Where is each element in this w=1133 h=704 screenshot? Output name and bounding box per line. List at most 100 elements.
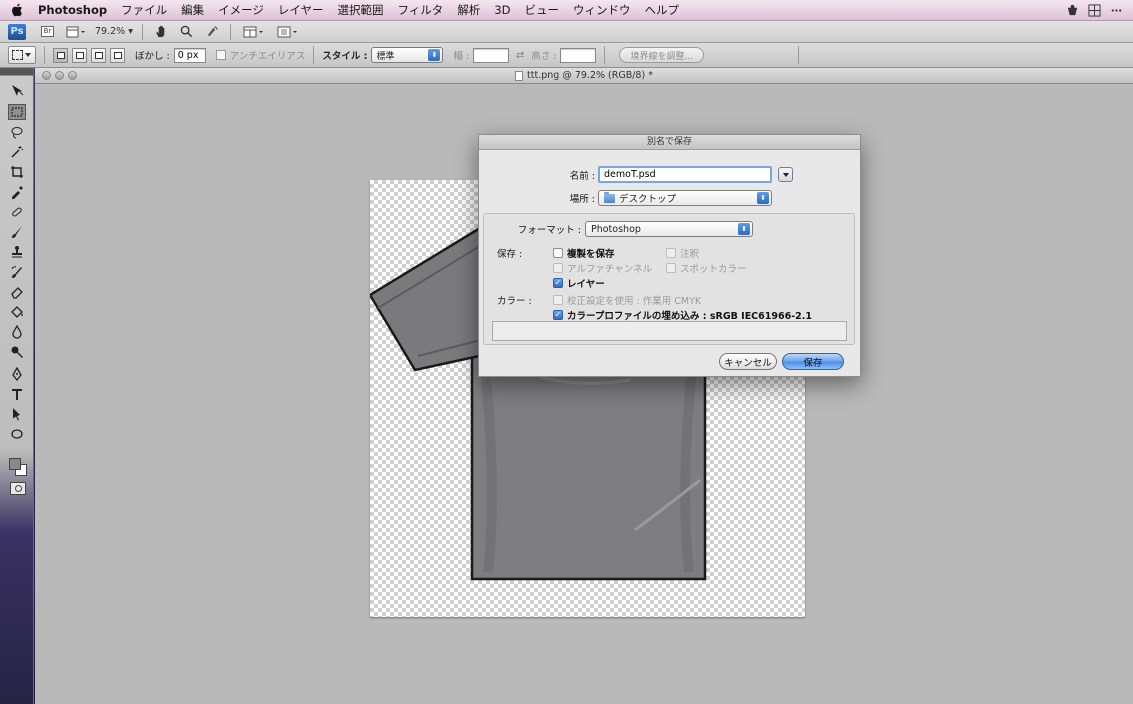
healing-brush-tool-icon[interactable] (8, 204, 26, 220)
screen-mode-button[interactable] (274, 24, 302, 40)
document-titlebar[interactable]: ttt.png @ 79.2% (RGB/8) * (35, 68, 1133, 84)
style-select[interactable]: 標準 ⬍ (371, 47, 444, 63)
save-copy-option[interactable]: 複製を保存 (553, 246, 615, 260)
file-name-input[interactable]: demoT.psd (598, 166, 772, 183)
grid-icon[interactable] (1087, 3, 1101, 17)
style-value: 標準 (376, 51, 395, 62)
height-label: 高さ : (531, 51, 557, 62)
rectangular-marquee-tool-icon[interactable] (8, 104, 26, 120)
menu-image[interactable]: イメージ (218, 2, 264, 18)
foreground-color-swatch[interactable] (9, 458, 21, 470)
menu-3d[interactable]: 3D (494, 3, 510, 17)
zoom-level[interactable]: 79.2% ▾ (95, 26, 133, 37)
height-input[interactable] (560, 47, 597, 63)
swap-width-height-icon[interactable]: ⇄ (513, 48, 527, 62)
pen-tool-icon[interactable] (8, 366, 26, 382)
menu-help[interactable]: ヘルプ (644, 2, 679, 18)
path-selection-tool-icon[interactable] (8, 406, 26, 422)
menu-edit[interactable]: 編集 (181, 2, 204, 18)
layers-option[interactable]: ✓ レイヤー (553, 276, 605, 290)
feather-input[interactable]: 0 px (173, 47, 206, 63)
view-extras-button[interactable] (63, 24, 89, 40)
subtract-from-selection-button[interactable] (91, 47, 106, 63)
paint-bucket-tool-icon[interactable] (8, 304, 26, 320)
menu-extras (1065, 3, 1123, 17)
location-value: デスクトップ (619, 194, 677, 205)
icc-profile-label: カラープロファイルの埋め込み : sRGB IEC61966-2.1 (567, 311, 812, 322)
dodge-tool-icon[interactable] (8, 344, 26, 360)
icc-profile-option[interactable]: ✓ カラープロファイルの埋め込み : sRGB IEC61966-2.1 (553, 308, 812, 322)
arrange-documents-button[interactable] (240, 24, 268, 40)
menu-view[interactable]: ビュー (524, 2, 559, 18)
save-options-label: 保存 : (497, 249, 523, 260)
save-button[interactable]: 保存 (782, 353, 844, 370)
zoom-tool-icon[interactable] (177, 24, 196, 40)
tool-preset-picker[interactable] (8, 46, 36, 64)
antialias-checkbox[interactable] (215, 50, 226, 60)
type-tool-icon[interactable] (8, 386, 26, 402)
blur-tool-icon[interactable] (8, 324, 26, 340)
magic-wand-tool-icon[interactable] (8, 144, 26, 160)
apple-menu-icon[interactable] (10, 3, 24, 17)
menu-select[interactable]: 選択範囲 (338, 2, 384, 18)
hand-tool-icon[interactable] (152, 24, 171, 40)
ime-icon[interactable] (1065, 3, 1079, 17)
move-tool-icon[interactable] (8, 82, 26, 98)
proof-setup-option[interactable]: 校正設定を使用 : 作業用 CMYK (553, 293, 701, 307)
menu-app-name[interactable]: Photoshop (38, 3, 107, 17)
options-bar: ぼかし : 0 px アンチエイリアス スタイル : 標準 ⬍ 幅 : ⇄ 高さ… (0, 43, 1133, 68)
menu-filter[interactable]: フィルタ (398, 2, 444, 18)
width-input[interactable] (473, 47, 510, 63)
menu-file[interactable]: ファイル (121, 2, 167, 18)
format-popup[interactable]: Photoshop ⬍ (585, 221, 753, 237)
minimize-window-button[interactable] (55, 71, 64, 80)
proof-setup-label: 校正設定を使用 : 作業用 CMYK (567, 296, 702, 307)
checkmark-icon[interactable]: ✓ (553, 310, 563, 320)
close-window-button[interactable] (42, 71, 51, 80)
menu-window[interactable]: ウィンドウ (573, 2, 631, 18)
add-to-selection-button[interactable] (72, 47, 87, 63)
expand-dialog-button[interactable] (778, 167, 793, 182)
menu-layer[interactable]: レイヤー (278, 2, 324, 18)
location-popup[interactable]: デスクトップ ⬍ (598, 190, 772, 206)
eyedropper-tool-icon[interactable] (8, 184, 26, 200)
save-copy-checkbox[interactable] (553, 248, 563, 258)
clone-stamp-tool-icon[interactable] (8, 244, 26, 260)
zoom-window-button[interactable] (68, 71, 77, 80)
shape-tool-icon[interactable] (8, 426, 26, 442)
menu-bar: Photoshop ファイル 編集 イメージ レイヤー 選択範囲 フィルタ 解析… (0, 0, 1133, 21)
format-row: フォーマット : Photoshop ⬍ (509, 221, 753, 237)
menu-analysis[interactable]: 解析 (457, 2, 480, 18)
tools-panel-grip[interactable] (0, 68, 33, 76)
eraser-tool-icon[interactable] (8, 284, 26, 300)
annotations-option[interactable]: 注釈 (666, 246, 699, 260)
history-brush-tool-icon[interactable] (8, 264, 26, 280)
alpha-channels-checkbox[interactable] (553, 263, 563, 273)
quick-mask-button[interactable] (10, 482, 26, 495)
spot-colors-checkbox[interactable] (666, 263, 676, 273)
separator (229, 23, 231, 40)
alpha-channels-option[interactable]: アルファチャンネル (553, 261, 652, 275)
color-swatches[interactable] (9, 458, 29, 478)
brush-tool-icon[interactable] (8, 224, 26, 240)
name-label: 名前 : (569, 170, 595, 182)
application-bar: Ps Br 79.2% ▾ (0, 21, 1133, 43)
refine-edge-button[interactable]: 境界線を調整... (619, 47, 705, 63)
antialias-label: アンチエイリアス (229, 51, 306, 62)
new-selection-button[interactable] (53, 47, 68, 63)
spot-colors-option[interactable]: スポットカラー (666, 261, 747, 275)
crop-tool-icon[interactable] (8, 164, 26, 180)
annotations-checkbox[interactable] (666, 248, 676, 258)
location-row: 場所 : デスクトップ ⬍ (535, 190, 772, 206)
intersect-selection-button[interactable] (110, 47, 125, 63)
cancel-button[interactable]: キャンセル (719, 353, 777, 370)
dialog-title: 別名で保存 (479, 135, 860, 150)
chevron-down-icon (25, 53, 31, 57)
lasso-tool-icon[interactable] (8, 124, 26, 140)
layers-label: レイヤー (567, 279, 605, 290)
more-icon[interactable] (1109, 3, 1123, 17)
bridge-button[interactable]: Br (38, 24, 57, 40)
proof-setup-checkbox[interactable] (553, 295, 563, 305)
checkmark-icon[interactable]: ✓ (553, 278, 563, 288)
rotate-view-icon[interactable] (202, 24, 221, 40)
